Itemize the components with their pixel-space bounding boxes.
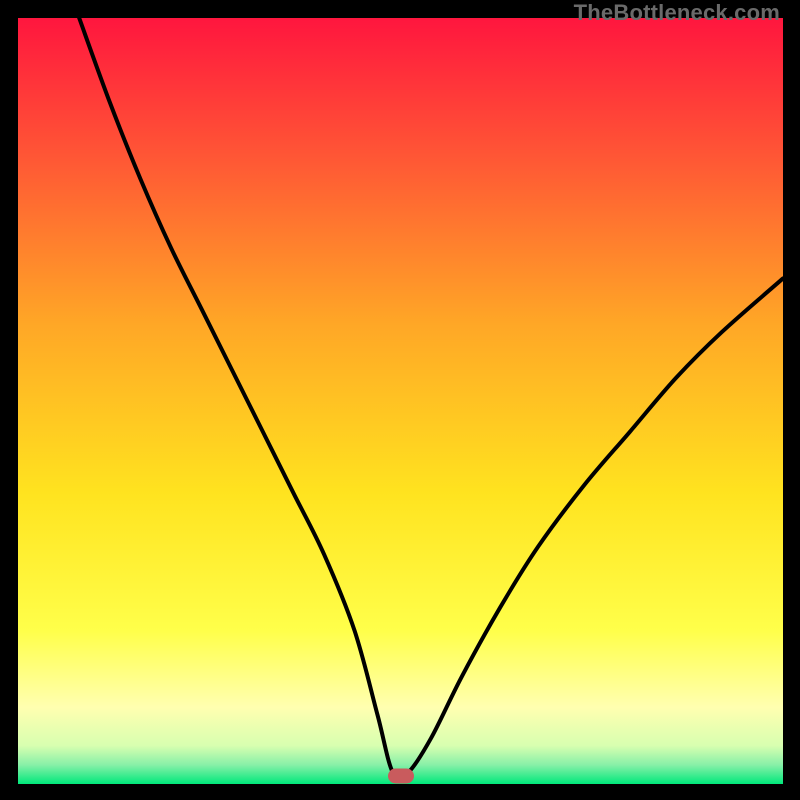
optimal-marker — [388, 769, 414, 784]
gradient-background — [18, 18, 783, 784]
chart-svg — [18, 18, 783, 784]
chart-frame — [18, 18, 783, 784]
watermark-text: TheBottleneck.com — [574, 0, 780, 26]
